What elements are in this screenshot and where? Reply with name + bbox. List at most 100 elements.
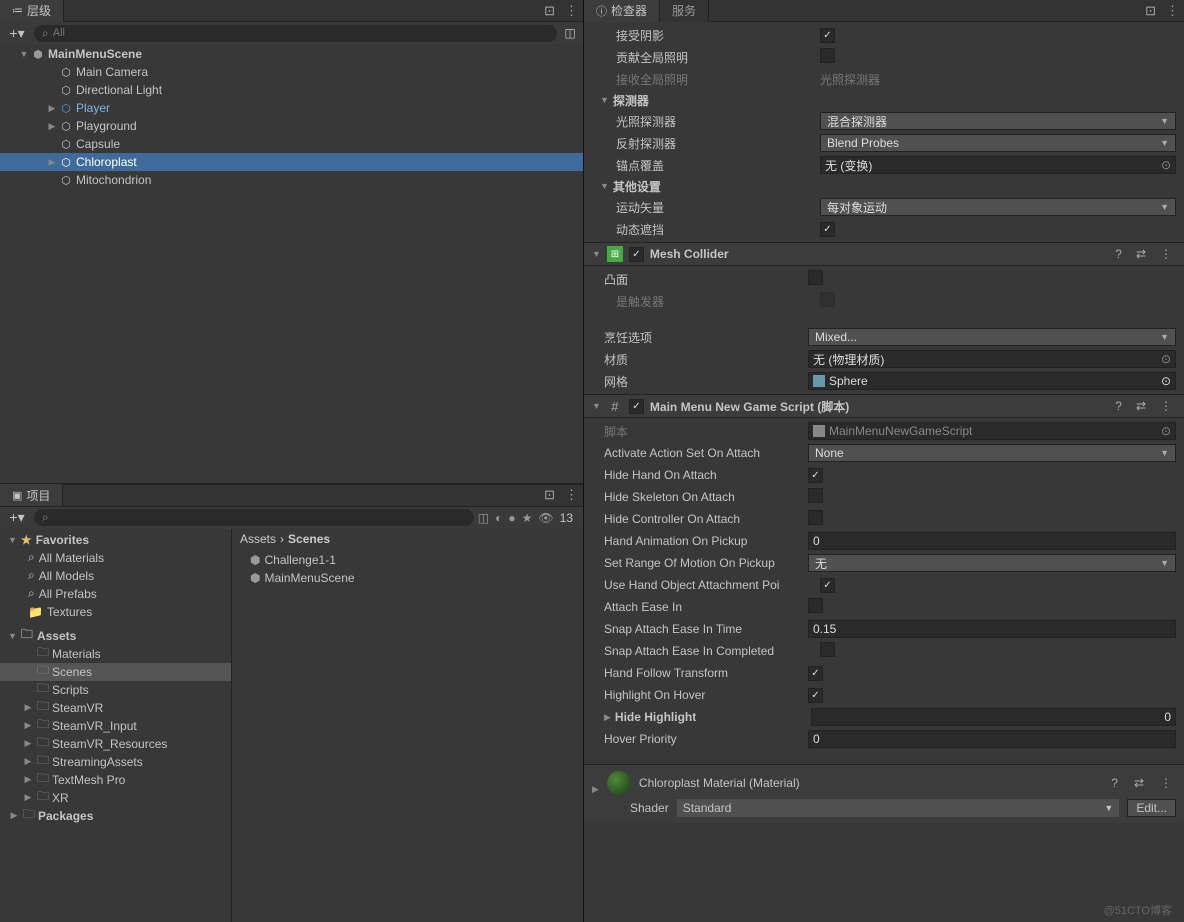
type-filter-icon[interactable]: ◐ [495,511,502,525]
snap-attach-completed-checkbox[interactable] [820,642,835,657]
hierarchy-item[interactable]: ⬡ Capsule [0,135,583,153]
expand-arrow-icon[interactable]: ▶ [22,756,34,767]
dynamic-occlusion-checkbox[interactable]: ✓ [820,222,835,237]
help-icon[interactable]: ? [1107,776,1122,790]
asset-item[interactable]: ⬢MainMenuScene [232,569,583,587]
hierarchy-search[interactable]: ⌕ [34,25,557,42]
assets-header[interactable]: ▼ 🗀 Assets [0,627,231,645]
folder-item[interactable]: 🗀Materials [0,645,231,663]
expand-arrow-icon[interactable]: ▼ [18,49,30,59]
hidden-icon[interactable]: 👁 [538,511,553,525]
search-category-icon[interactable]: ◫ [561,26,579,40]
snap-attach-time-field[interactable]: 0.15 [808,620,1176,638]
expand-arrow-icon[interactable]: ▶ [592,784,599,795]
use-hand-object-checkbox[interactable]: ✓ [820,578,835,593]
preset-icon[interactable]: ⇄ [1130,776,1148,790]
add-button[interactable]: +▾ [4,509,30,526]
hover-priority-field[interactable]: 0 [808,730,1176,748]
preset-icon[interactable]: ⇄ [1132,247,1150,261]
receive-shadows-checkbox[interactable]: ✓ [820,28,835,43]
mesh-field[interactable]: Sphere⊙ [808,372,1176,390]
hierarchy-item[interactable]: ▶ ⬡ Player [0,99,583,117]
lock-icon[interactable]: ⊡ [1140,3,1161,19]
edit-button[interactable]: Edit... [1127,799,1176,817]
set-range-dropdown[interactable]: 无▼ [808,554,1176,572]
material-field[interactable]: 无 (物理材质)⊙ [808,350,1176,368]
expand-arrow-icon[interactable]: ▶ [22,774,34,785]
project-search[interactable]: ⌕ [34,509,474,526]
lock-icon[interactable]: ⊡ [539,487,560,503]
probes-header[interactable]: ▼探测器 [584,90,1184,110]
hierarchy-item[interactable]: ⬡ Main Camera [0,63,583,81]
favorites-header[interactable]: ▼ ★ Favorites [0,531,231,549]
folder-item[interactable]: ▶🗀XR [0,789,231,807]
script-enabled-checkbox[interactable]: ✓ [629,399,644,414]
search-input[interactable] [53,27,549,39]
hierarchy-item[interactable]: ▶ ⬡ Playground [0,117,583,135]
expand-arrow-icon[interactable]: ▶ [22,720,34,731]
menu-icon[interactable]: ⋮ [560,3,583,19]
breadcrumb[interactable]: Assets › Scenes [232,529,583,549]
textures-folder[interactable]: 📁 Textures [0,603,231,621]
expand-arrow-icon[interactable]: ▶ [22,738,34,749]
expand-arrow-icon[interactable]: ▶ [46,121,58,132]
menu-icon[interactable]: ⋮ [1156,776,1176,790]
expand-arrow-icon[interactable]: ▶ [46,157,58,168]
project-tab[interactable]: ▣ 项目 [0,484,63,506]
convex-checkbox[interactable] [808,270,823,285]
motion-vectors-dropdown[interactable]: 每对象运动▼ [820,198,1176,216]
breadcrumb-item[interactable]: Assets [240,532,276,546]
help-icon[interactable]: ? [1111,399,1126,413]
folder-item[interactable]: 🗀Scripts [0,681,231,699]
hierarchy-item[interactable]: ⬡ Directional Light [0,81,583,99]
scene-row[interactable]: ▼ ⬢ MainMenuScene [0,45,583,63]
lock-icon[interactable]: ⊡ [539,3,560,19]
attach-ease-checkbox[interactable] [808,598,823,613]
favorite-item[interactable]: ⌕All Materials [0,549,231,567]
packages-folder[interactable]: ▶ 🗀 Packages [0,807,231,825]
expand-arrow-icon[interactable]: ▶ [46,103,58,114]
additional-settings-header[interactable]: ▼其他设置 [584,176,1184,196]
folder-item[interactable]: ▶🗀SteamVR_Resources [0,735,231,753]
preset-icon[interactable]: ⇄ [1132,399,1150,413]
filter-icon[interactable]: ◫ [478,511,489,525]
asset-item[interactable]: ⬢Challenge1-1 [232,551,583,569]
folder-item[interactable]: ▶🗀StreamingAssets [0,753,231,771]
folder-item[interactable]: ▶🗀SteamVR_Input [0,717,231,735]
contribute-gi-checkbox[interactable] [820,48,835,63]
mesh-collider-header[interactable]: ▼ ⊞ ✓ Mesh Collider ? ⇄ ⋮ [584,242,1184,266]
light-probes-dropdown[interactable]: 混合探测器▼ [820,112,1176,130]
expand-arrow-icon[interactable]: ▶ [8,810,20,821]
activate-action-dropdown[interactable]: None▼ [808,444,1176,462]
menu-icon[interactable]: ⋮ [1156,247,1176,261]
hide-controller-checkbox[interactable] [808,510,823,525]
hide-highlight-label[interactable]: Hide Highlight [615,710,811,724]
search-input[interactable] [53,512,466,524]
favorite-item[interactable]: ⌕All Prefabs [0,585,231,603]
inspector-tab[interactable]: ⓘ 检查器 [584,0,660,22]
hand-animation-field[interactable]: 0 [808,532,1176,550]
folder-item[interactable]: 🗀Scenes [0,663,231,681]
hide-hand-checkbox[interactable]: ✓ [808,468,823,483]
favorite-icon[interactable]: ★ [522,511,533,525]
expand-arrow-icon[interactable]: ▶ [22,702,34,713]
mesh-collider-enabled-checkbox[interactable]: ✓ [629,247,644,262]
highlight-hover-checkbox[interactable]: ✓ [808,688,823,703]
favorite-item[interactable]: ⌕All Models [0,567,231,585]
hide-skeleton-checkbox[interactable] [808,488,823,503]
hierarchy-tab[interactable]: ≔ 层级 [0,0,64,22]
script-component-header[interactable]: ▼ # ✓ Main Menu New Game Script (脚本) ? ⇄… [584,394,1184,418]
breadcrumb-item[interactable]: Scenes [288,532,330,546]
hierarchy-item[interactable]: ⬡ Mitochondrion [0,171,583,189]
cooking-options-dropdown[interactable]: Mixed...▼ [808,328,1176,346]
folder-item[interactable]: ▶🗀TextMesh Pro [0,771,231,789]
hierarchy-item[interactable]: ▶ ⬡ Chloroplast [0,153,583,171]
menu-icon[interactable]: ⋮ [1161,3,1184,19]
anchor-override-field[interactable]: 无 (变换)⊙ [820,156,1176,174]
expand-arrow-icon[interactable]: ▶ [22,792,34,803]
reflection-probes-dropdown[interactable]: Blend Probes▼ [820,134,1176,152]
menu-icon[interactable]: ⋮ [560,487,583,503]
menu-icon[interactable]: ⋮ [1156,399,1176,413]
label-filter-icon[interactable]: ● [508,511,515,525]
services-tab[interactable]: 服务 [660,0,709,22]
